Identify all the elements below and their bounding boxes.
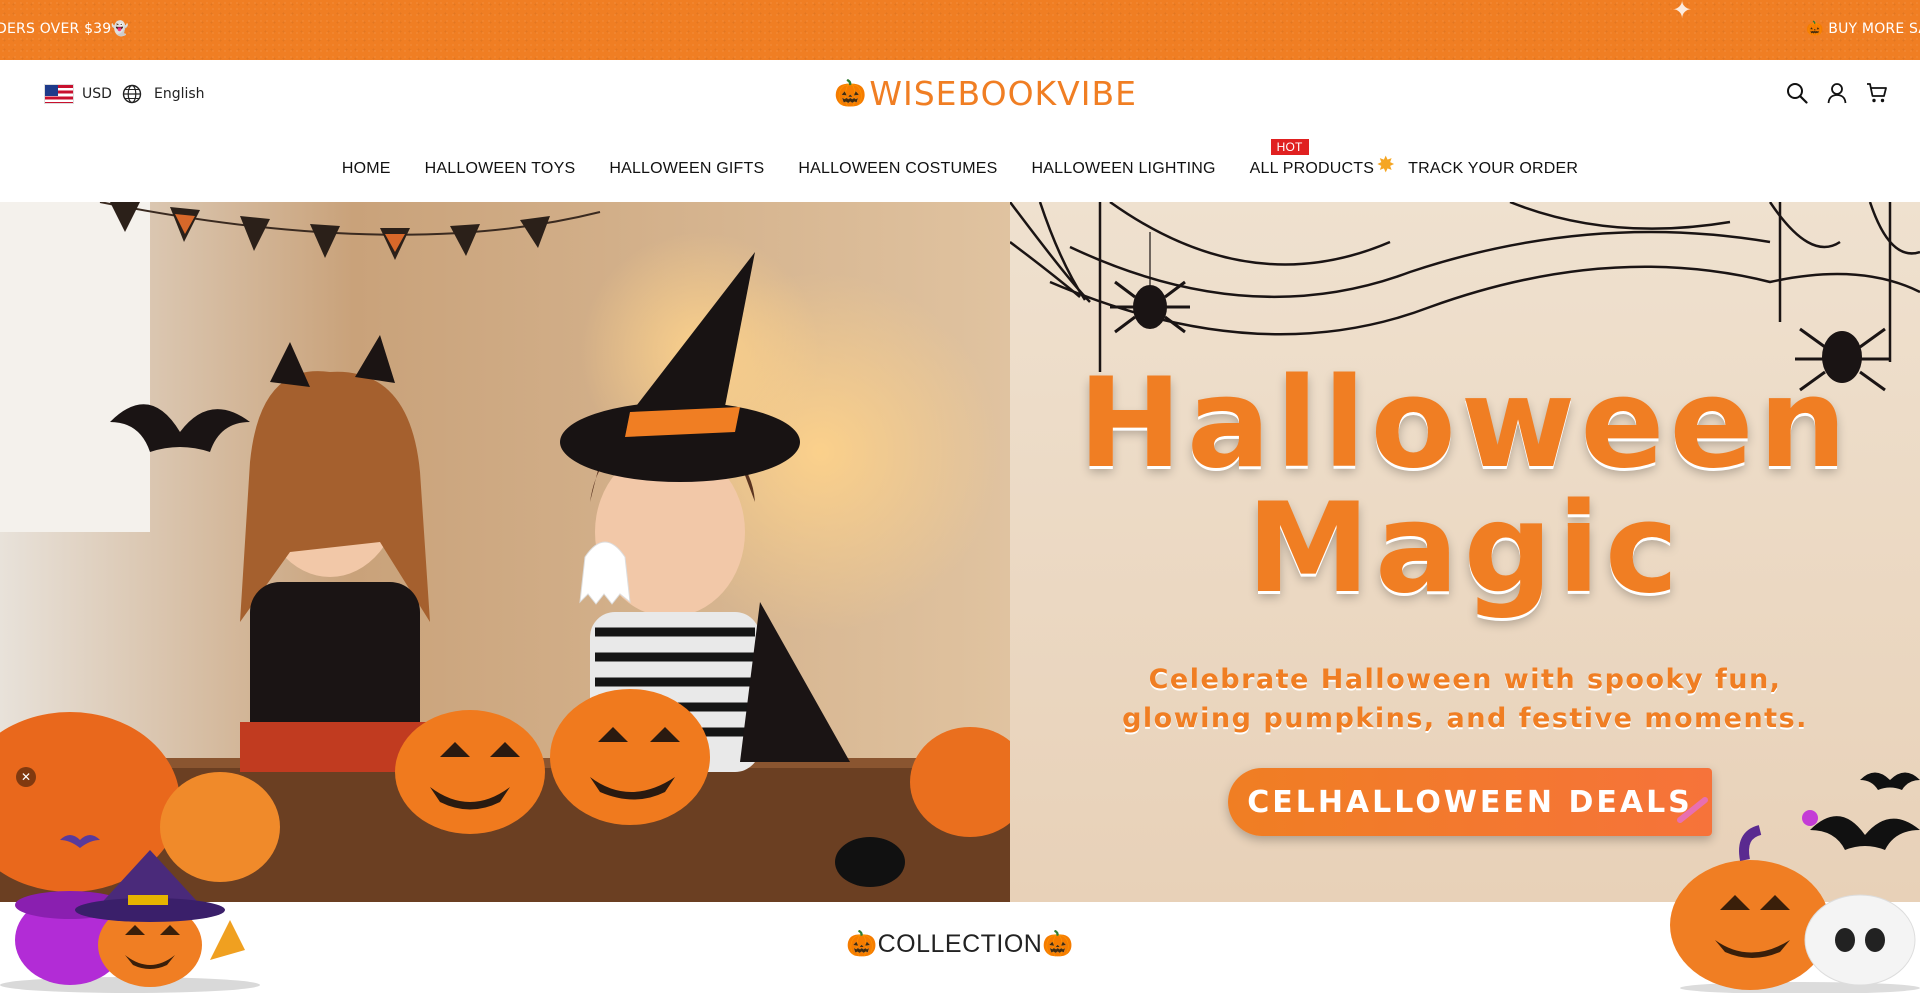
announcement-message: DERS OVER $39👻	[0, 21, 130, 37]
hero-subtitle-line1: Celebrate Halloween with spooky fun,	[1148, 664, 1782, 695]
search-icon[interactable]	[1786, 82, 1808, 104]
nav-item-all-products[interactable]: HOT ALL PRODUCTS ✸	[1233, 139, 1395, 184]
nav-item-label: TRACK YOUR ORDER	[1408, 160, 1579, 177]
announcement-message: 🎃 BUY MORE SAVE	[1806, 21, 1920, 37]
nav-item-label: HALLOWEEN LIGHTING	[1031, 160, 1216, 177]
nav-item-label: HALLOWEEN COSTUMES	[798, 160, 998, 177]
hero-cta-button[interactable]: CELHALLOWEEN DEALS	[1228, 768, 1712, 836]
nav-item-track-order[interactable]: TRACK YOUR ORDER	[1391, 154, 1595, 184]
site-logo[interactable]: 🎃 WISEBOOKVIBE	[834, 74, 1137, 113]
hot-badge: HOT	[1270, 139, 1309, 155]
nav-item-halloween-lighting[interactable]: HALLOWEEN LIGHTING	[1015, 154, 1233, 184]
nav-item-label: HOME	[341, 160, 391, 177]
nav-item-label: HALLOWEEN GIFTS	[609, 160, 765, 177]
site-header: USD English 🎃 WISEBOOKVIBE HOME HALLOWEE…	[0, 60, 1920, 202]
hero-title-line2: Magic	[1246, 477, 1684, 621]
account-icon[interactable]	[1826, 82, 1848, 104]
nav-item-halloween-toys[interactable]: HALLOWEEN TOYS	[408, 154, 593, 184]
language-selector[interactable]: English	[122, 84, 205, 104]
language-label: English	[154, 86, 205, 102]
close-widget-button[interactable]: ✕	[16, 767, 36, 787]
hero-photo-illustration	[0, 202, 1010, 902]
nav-item-halloween-costumes[interactable]: HALLOWEEN COSTUMES	[781, 154, 1014, 184]
pumpkin-icon: 🎃	[834, 78, 868, 109]
nav-item-label: ALL PRODUCTS	[1249, 160, 1375, 177]
logo-text: WISEBOOKVIBE	[869, 74, 1137, 113]
main-navigation: HOME HALLOWEEN TOYS HALLOWEEN GIFTS HALL…	[0, 139, 1920, 184]
collection-heading: 🎃COLLECTION🎃	[845, 930, 1074, 958]
cart-icon[interactable]	[1866, 82, 1888, 104]
header-actions	[1786, 82, 1888, 104]
nav-item-halloween-gifts[interactable]: HALLOWEEN GIFTS	[592, 154, 781, 184]
us-flag-icon	[44, 84, 74, 104]
globe-icon	[122, 84, 142, 104]
currency-label: USD	[82, 86, 112, 102]
announcement-bar: DERS OVER $39👻 ✦ 🎃 BUY MORE SAVE	[0, 0, 1920, 60]
nav-item-home[interactable]: HOME	[325, 154, 408, 184]
currency-selector[interactable]: USD	[44, 84, 112, 104]
nav-item-label: HALLOWEEN TOYS	[424, 160, 576, 177]
cauldron-witch-pumpkin-decoration	[0, 835, 260, 993]
pumpkin-bucket	[395, 710, 545, 834]
hero-title-line1: Halloween	[1078, 352, 1852, 496]
hero-banner[interactable]: Halloween Magic Celebrate Halloween with…	[0, 202, 1920, 902]
hero-subtitle-line2: glowing pumpkins, and festive moments.	[1122, 703, 1808, 734]
star-decoration-icon: ✦	[1672, 0, 1693, 24]
hero-subtitle: Celebrate Halloween with spooky fun, glo…	[1010, 660, 1920, 738]
